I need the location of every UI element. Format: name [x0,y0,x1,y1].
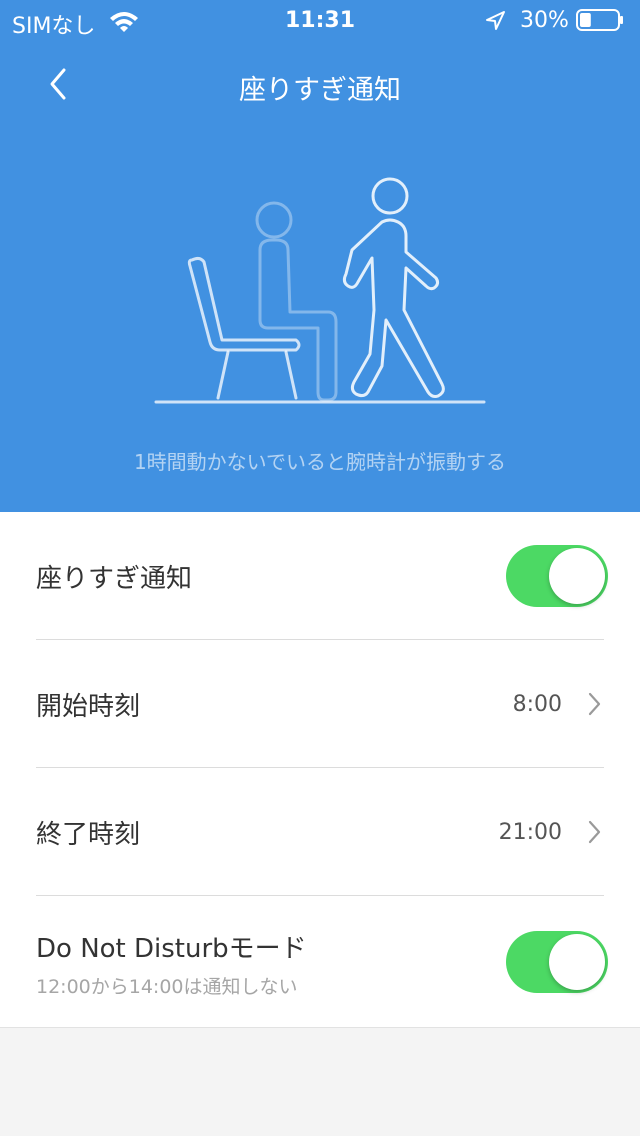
chevron-right-icon [588,820,601,844]
sedentary-notification-row: 座りすぎ通知 [0,512,640,640]
toggle-knob [549,548,605,604]
do-not-disturb-toggle[interactable] [506,931,608,993]
do-not-disturb-row: Do Not Disturbモード 12:00から14:00は通知しない [0,896,640,1028]
end-time-value: 21:00 [498,820,562,845]
battery-icon [576,9,624,31]
header-panel: SIMなし 11:31 30% 座りすぎ通知 1時間動かないでいると腕時計が振動… [0,0,640,512]
sitting-walking-illustration [154,177,486,404]
toggle-knob [549,934,605,990]
battery-percent: 30% [520,8,569,33]
settings-card: 座りすぎ通知 開始時刻 8:00 終了時刻 21:00 Do Not Distu… [0,512,640,1028]
start-time-value: 8:00 [512,692,562,717]
do-not-disturb-label: Do Not Disturbモード [36,934,307,964]
do-not-disturb-description: 12:00から14:00は通知しない [36,976,298,998]
location-arrow-icon [484,10,506,38]
sedentary-notification-label: 座りすぎ通知 [36,564,193,594]
status-bar: SIMなし 11:31 30% [0,0,640,40]
sedentary-notification-toggle[interactable] [506,545,608,607]
hero-caption: 1時間動かないでいると腕時計が振動する [133,450,507,474]
start-time-row[interactable]: 開始時刻 8:00 [0,640,640,768]
end-time-row[interactable]: 終了時刻 21:00 [0,768,640,896]
start-time-label: 開始時刻 [36,692,141,722]
end-time-label: 終了時刻 [36,820,141,850]
nav-bar: 座りすぎ通知 [0,40,640,128]
chevron-right-icon [588,692,601,716]
page-title: 座りすぎ通知 [239,75,401,106]
